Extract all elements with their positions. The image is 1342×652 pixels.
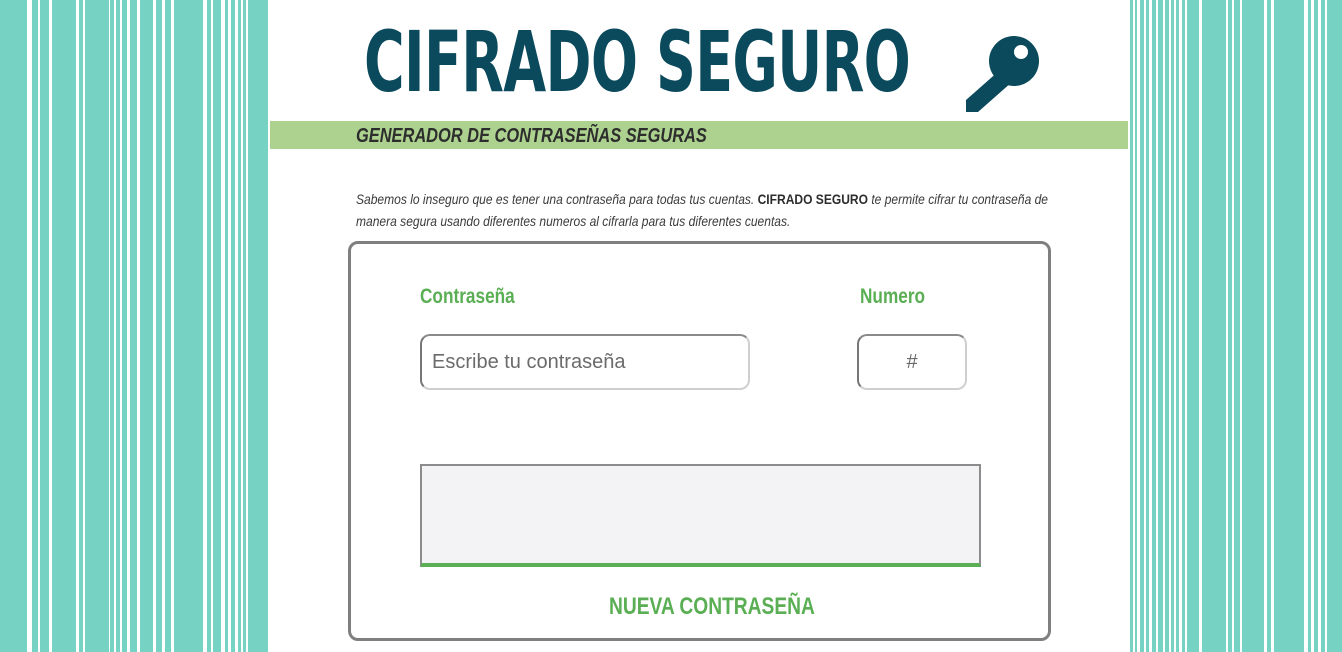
main-content: CIFRADO SEGURO GENERADOR DE CONTRASEÑAS … [270,0,1128,652]
left-decorative-stripes [0,0,270,652]
key-icon [966,36,1039,112]
intro-brand-name: CIFRADO SEGURO [757,191,868,207]
intro-text: Sabemos lo inseguro que es tener una con… [356,188,1061,232]
site-header: CIFRADO SEGURO [270,14,1128,114]
intro-text-part1: Sabemos lo inseguro que es tener una con… [356,191,758,207]
page-subtitle: GENERADOR DE CONTRASEÑAS SEGURAS [356,125,707,147]
right-decorative-stripes [1128,0,1342,652]
subtitle-bar: GENERADOR DE CONTRASEÑAS SEGURAS [270,121,1128,149]
number-label: Numero [860,285,926,308]
site-title: CIFRADO SEGURO [364,13,911,111]
password-label: Contraseña [420,285,515,308]
encrypted-result-output [420,464,981,567]
new-password-button[interactable]: NUEVA CONTRASEÑA [609,592,815,622]
password-input[interactable] [420,334,750,390]
number-input[interactable] [857,334,967,390]
cipher-form-card: Contraseña Numero NUEVA CONTRASEÑA [348,241,1051,641]
